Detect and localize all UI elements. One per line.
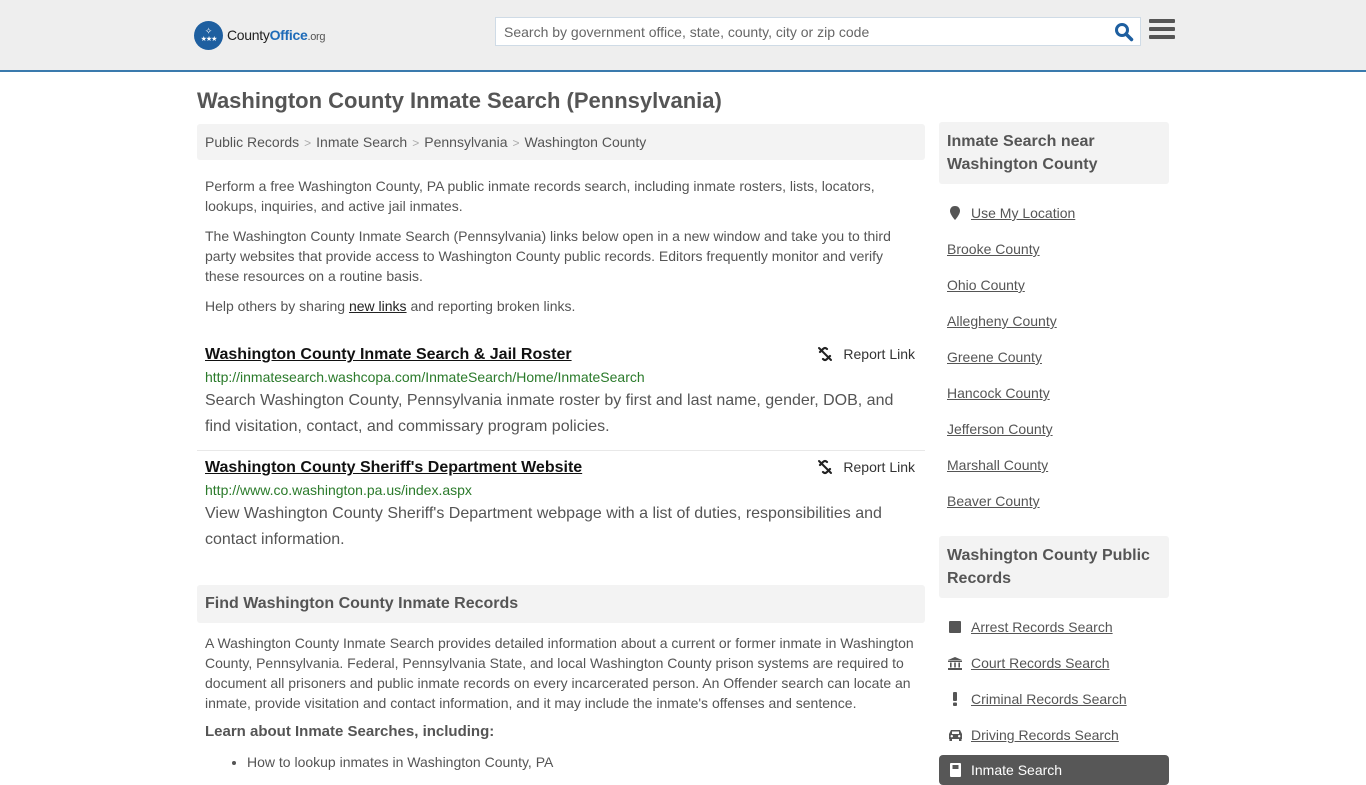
nearby-county-item: Ohio County	[947, 276, 1161, 294]
nearby-county-item: Allegheny County	[947, 312, 1161, 330]
arrest-records-link[interactable]: Arrest Records Search	[971, 619, 1113, 635]
nearby-county-item: Brooke County	[947, 240, 1161, 258]
report-link-label: Report Link	[843, 346, 915, 362]
site-header: ✧ ★★★ CountyOffice.org	[0, 0, 1366, 72]
search-icon	[1115, 23, 1134, 42]
breadcrumb-washington-county[interactable]: Washington County	[525, 134, 647, 150]
county-link-ohio[interactable]: Ohio County	[947, 277, 1025, 293]
eagle-stars-logo-icon: ✧ ★★★	[194, 20, 223, 50]
page-title: Washington County Inmate Search (Pennsyl…	[197, 88, 722, 113]
report-link-label: Report Link	[843, 459, 915, 475]
public-record-item: Criminal Records Search	[947, 690, 1161, 708]
logo-text-office: Office	[269, 27, 308, 43]
logo-wordmark: CountyOffice.org	[227, 27, 326, 43]
hamburger-menu-button[interactable]	[1149, 19, 1175, 43]
broken-link-icon	[818, 346, 833, 362]
square-icon	[947, 621, 963, 633]
find-records-heading: Find Washington County Inmate Records	[197, 585, 925, 623]
county-link-jefferson[interactable]: Jefferson County	[947, 421, 1053, 437]
share-text: and reporting broken links.	[406, 298, 576, 314]
search-input[interactable]	[496, 18, 1106, 45]
inmate-search-active-item[interactable]: Inmate Search	[939, 755, 1169, 785]
new-links-link[interactable]: new links	[349, 298, 407, 314]
logo-text-county: County	[227, 27, 270, 43]
nearby-heading: Inmate Search near Washington County	[939, 122, 1169, 184]
main-content: Public Records > Inmate Search > Pennsylvani…	[197, 124, 925, 563]
county-link-beaver[interactable]: Beaver County	[947, 493, 1040, 509]
find-records-body: A Washington County Inmate Search provid…	[205, 635, 914, 711]
nearby-list: Use My Location Brooke County Ohio Count…	[939, 204, 1169, 510]
broken-link-icon	[818, 459, 833, 475]
breadcrumb-inmate-search[interactable]: Inmate Search	[316, 134, 407, 150]
resource-link-title[interactable]: Washington County Sheriff's Department W…	[205, 459, 582, 477]
nearby-county-item: Hancock County	[947, 384, 1161, 402]
county-link-brooke[interactable]: Brooke County	[947, 241, 1040, 257]
report-link-button[interactable]: Report Link	[817, 346, 915, 362]
logo-text-tld: .org	[307, 31, 326, 43]
public-records-heading: Washington County Public Records	[939, 536, 1169, 598]
share-paragraph: Help others by sharing new links and rep…	[205, 296, 917, 316]
find-records-section: Find Washington County Inmate Records A …	[197, 585, 925, 770]
public-records-sidebar: Washington County Public Records Arrest …	[939, 536, 1169, 785]
report-link-button[interactable]: Report Link	[817, 459, 915, 475]
resource-link-item: Washington County Sheriff's Department W…	[197, 451, 925, 563]
resource-link-url: http://www.co.washington.pa.us/index.asp…	[205, 482, 472, 498]
menu-bar-icon	[1149, 19, 1175, 23]
learn-heading: Learn about Inmate Searches, including:	[205, 723, 495, 740]
share-text: Help others by sharing	[205, 298, 349, 314]
resource-link-description: View Washington County Sheriff's Departm…	[205, 505, 882, 548]
breadcrumb-separator: >	[412, 136, 420, 150]
intro-text: Perform a free Washington County, PA pub…	[197, 176, 925, 316]
courthouse-icon	[947, 656, 963, 670]
intro-paragraph: Perform a free Washington County, PA pub…	[205, 178, 875, 214]
map-pin-icon	[947, 206, 963, 220]
breadcrumb-public-records[interactable]: Public Records	[205, 134, 299, 150]
court-records-link[interactable]: Court Records Search	[971, 655, 1110, 671]
search-button[interactable]	[1114, 22, 1134, 42]
resource-link-url: http://inmatesearch.washcopa.com/InmateS…	[205, 369, 645, 385]
breadcrumb-separator: >	[304, 136, 312, 150]
nearby-county-item: Beaver County	[947, 492, 1161, 510]
criminal-records-link[interactable]: Criminal Records Search	[971, 691, 1127, 707]
county-link-marshall[interactable]: Marshall County	[947, 457, 1048, 473]
site-logo[interactable]: ✧ ★★★ CountyOffice.org	[194, 20, 326, 50]
county-link-greene[interactable]: Greene County	[947, 349, 1042, 365]
resource-link-description: Search Washington County, Pennsylvania i…	[205, 392, 894, 435]
nearby-county-item: Greene County	[947, 348, 1161, 366]
nearby-sidebar: Inmate Search near Washington County Use…	[939, 122, 1169, 510]
car-icon	[947, 729, 963, 741]
public-record-item: Driving Records Search	[947, 726, 1161, 744]
use-location-item: Use My Location	[947, 204, 1161, 222]
use-my-location-link[interactable]: Use My Location	[971, 205, 1075, 221]
menu-bar-icon	[1149, 35, 1175, 39]
door-icon	[947, 763, 963, 777]
county-link-hancock[interactable]: Hancock County	[947, 385, 1050, 401]
public-records-list: Arrest Records Search Court Records Sear…	[939, 618, 1169, 744]
nearby-county-item: Marshall County	[947, 456, 1161, 474]
breadcrumb-separator: >	[512, 136, 520, 150]
disclaimer-paragraph: The Washington County Inmate Search (Pen…	[205, 228, 891, 284]
public-record-item: Arrest Records Search	[947, 618, 1161, 636]
driving-records-link[interactable]: Driving Records Search	[971, 727, 1119, 743]
menu-bar-icon	[1149, 27, 1175, 31]
search-box	[495, 17, 1141, 46]
public-record-item: Court Records Search	[947, 654, 1161, 672]
resource-link-title[interactable]: Washington County Inmate Search & Jail R…	[205, 346, 572, 364]
exclamation-icon	[947, 692, 963, 706]
inmate-search-label: Inmate Search	[971, 762, 1063, 778]
county-link-allegheny[interactable]: Allegheny County	[947, 313, 1057, 329]
nearby-county-item: Jefferson County	[947, 420, 1161, 438]
breadcrumb: Public Records > Inmate Search > Pennsylvani…	[197, 124, 925, 160]
resource-link-item: Washington County Inmate Search & Jail R…	[197, 338, 925, 451]
breadcrumb-pennsylvania[interactable]: Pennsylvania	[424, 134, 507, 150]
